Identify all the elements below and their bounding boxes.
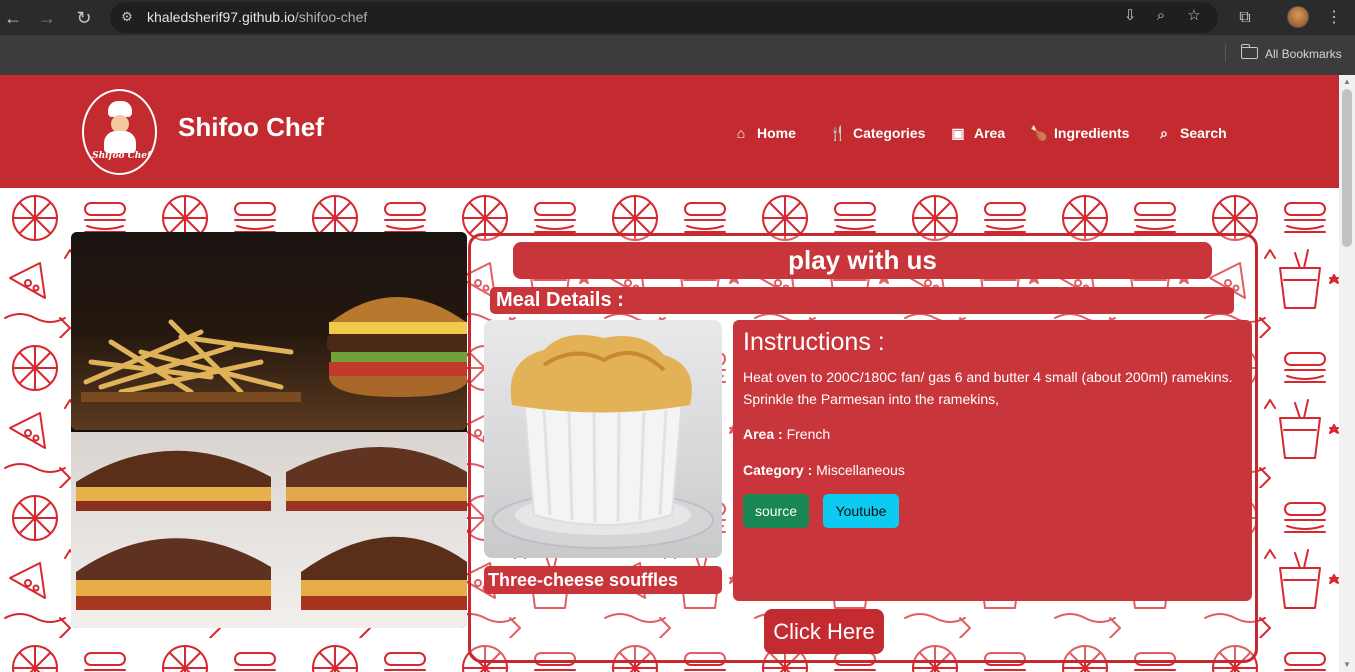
meal-details-heading: Meal Details :: [490, 287, 1234, 314]
instructions-card: Instructions : Heat oven to 200C/180C fa…: [733, 320, 1252, 601]
profile-avatar[interactable]: [1287, 6, 1309, 28]
map-icon: ▣: [951, 125, 965, 141]
site-settings-icon[interactable]: ⚙: [118, 8, 136, 26]
site-header: Shifoo Chef Shifoo Chef ⌂ Home 🍴 Categorie…: [0, 75, 1339, 188]
extensions-icon[interactable]: ⧉: [1232, 5, 1258, 31]
url-text[interactable]: khaledsherif97.github.io/shifoo-chef: [147, 9, 367, 25]
install-app-icon[interactable]: ⇩: [1119, 5, 1141, 27]
home-icon: ⌂: [736, 125, 746, 141]
youtube-button[interactable]: Youtube: [823, 494, 899, 528]
scroll-down-icon[interactable]: ▼: [1343, 661, 1351, 669]
forward-icon[interactable]: →: [34, 5, 60, 31]
brand-title[interactable]: Shifoo Chef: [178, 112, 324, 143]
bookmark-star-icon[interactable]: ☆: [1183, 5, 1205, 27]
instructions-text: Heat oven to 200C/180C fan/ gas 6 and bu…: [743, 369, 1233, 407]
area-row: Area : French: [743, 426, 831, 442]
hero-food-image: [71, 232, 467, 628]
category-row: Category : Miscellaneous: [743, 462, 905, 478]
souffle-shape: [492, 334, 714, 549]
click-here-button[interactable]: Click Here: [764, 609, 884, 654]
nav-categories[interactable]: 🍴 Categories: [829, 123, 925, 143]
browser-chrome: ← → ↻ ⚙ khaledsherif97.github.io/shifoo-…: [0, 0, 1355, 75]
meal-name: Three-cheese souffles: [484, 566, 722, 594]
zoom-icon[interactable]: ⌕: [1150, 5, 1172, 27]
search-icon: ⌕: [1160, 125, 1168, 141]
burger-fries-photo: [71, 232, 467, 430]
logo[interactable]: Shifoo Chef: [82, 89, 157, 175]
all-bookmarks-button[interactable]: All Bookmarks: [1240, 44, 1342, 64]
nav-home[interactable]: ⌂ Home: [733, 123, 796, 143]
burger-shape: [327, 297, 467, 397]
instructions-heading: Instructions :: [743, 328, 885, 356]
pretzel-burgers-photo: [71, 432, 467, 628]
scroll-up-icon[interactable]: ▲: [1343, 78, 1351, 86]
back-icon[interactable]: ←: [0, 5, 26, 31]
logo-text: Shifoo Chef: [92, 151, 151, 161]
reload-icon[interactable]: ↻: [71, 5, 97, 31]
nav-ingredients[interactable]: 🍗 Ingredients: [1030, 123, 1129, 143]
drumstick-icon: 🍗: [1030, 125, 1048, 141]
fries-shape: [81, 319, 301, 402]
address-bar[interactable]: ⚙ khaledsherif97.github.io/shifoo-chef: [110, 2, 1218, 33]
scroll-thumb[interactable]: [1342, 89, 1352, 247]
pretzel-burgers-shape: [76, 447, 467, 610]
nav-area[interactable]: ▣ Area: [950, 123, 1005, 143]
page-viewport: Shifoo Chef Shifoo Chef ⌂ Home 🍴 Categorie…: [0, 75, 1339, 672]
play-banner: play with us: [513, 242, 1212, 279]
page-scrollbar[interactable]: ▲ ▼: [1339, 75, 1355, 672]
nav-search[interactable]: ⌕ Search: [1156, 123, 1227, 143]
meal-image: [484, 320, 722, 558]
chef-body-shape: [104, 131, 136, 153]
source-button[interactable]: source: [743, 494, 809, 528]
divider: [1225, 44, 1226, 62]
utensils-icon: 🍴: [829, 125, 847, 141]
folder-icon: [1240, 44, 1258, 59]
menu-icon[interactable]: ⋮: [1321, 5, 1347, 31]
